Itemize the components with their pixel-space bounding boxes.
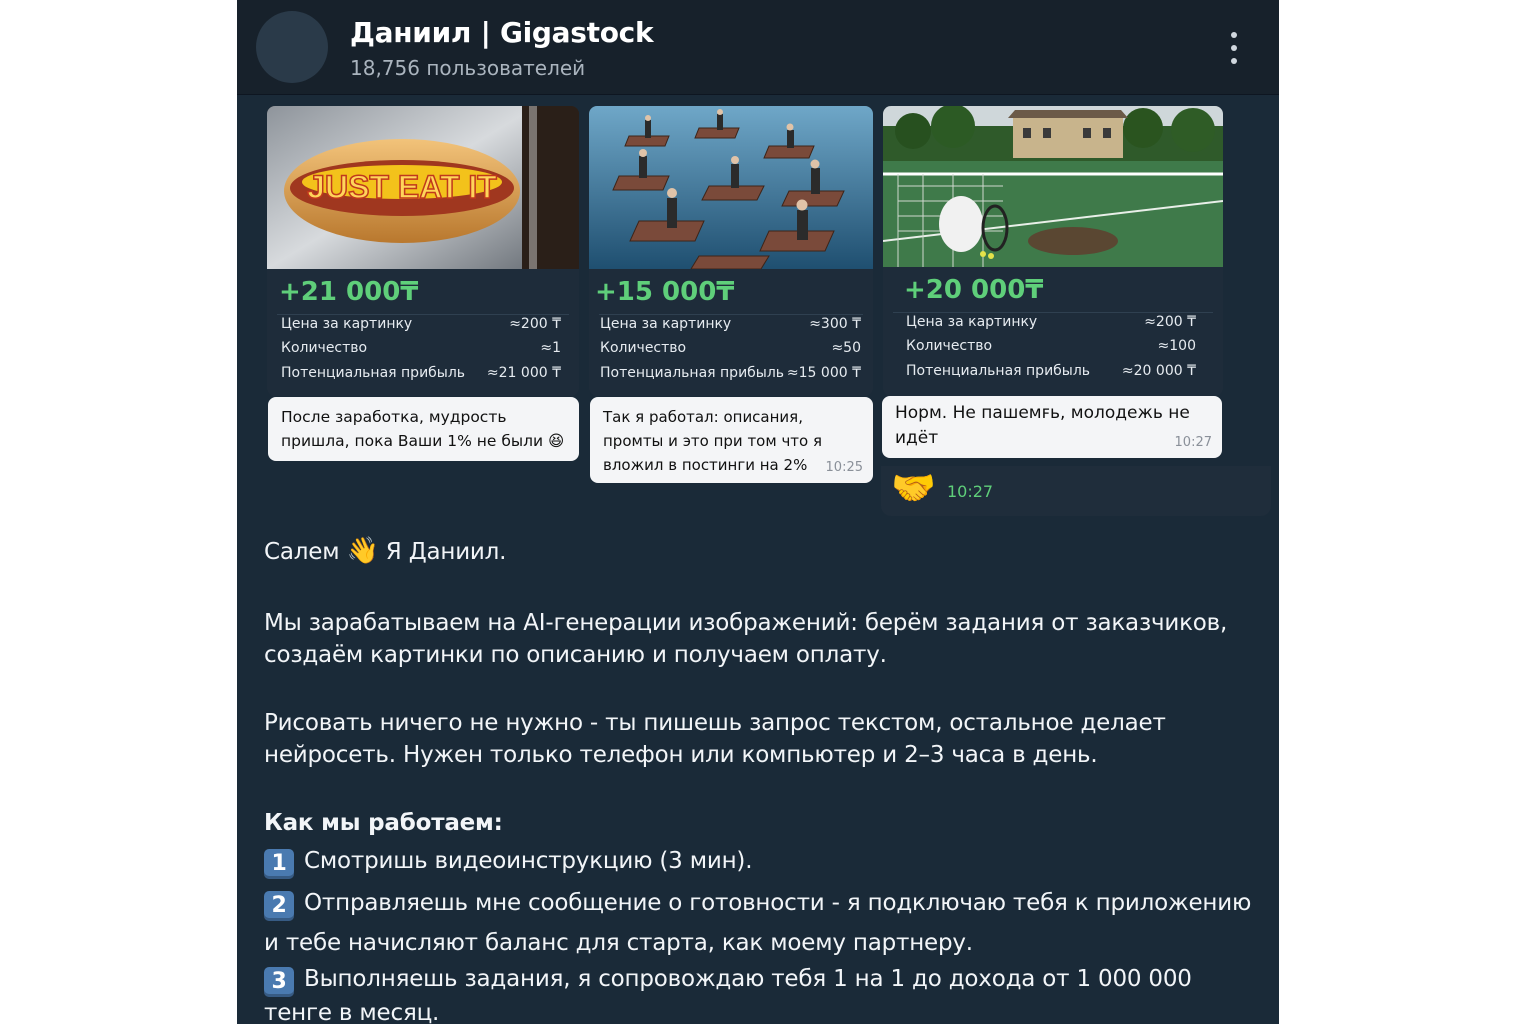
- reaction-time: 10:27: [947, 482, 994, 501]
- message-bubble-1[interactable]: После заработка, мудрость пришла, пока В…: [268, 397, 579, 461]
- profit-amount: +20 000₸: [904, 275, 1044, 305]
- tennis-court-photo[interactable]: [883, 106, 1223, 267]
- neon-sign-text: JUST EAT IT: [307, 169, 497, 205]
- chat-header: Даниил | Gigastock 18,756 пользователей: [237, 0, 1279, 95]
- stat-row: Количество ≈50: [600, 340, 861, 356]
- channel-avatar[interactable]: [256, 11, 328, 83]
- stat-row: Цена за картинку ≈200 ₸: [906, 314, 1196, 330]
- chat-window: Даниил | Gigastock 18,756 пользователей: [237, 0, 1279, 1024]
- step-2: 2 Отправляешь мне сообщение о готовности …: [264, 890, 1252, 956]
- keycap-1-icon: 1: [264, 849, 294, 879]
- member-count: 18,756 пользователей: [350, 56, 586, 80]
- people-on-water-photo[interactable]: [589, 106, 873, 269]
- waving-hand-icon: 👋: [346, 536, 379, 566]
- step-3: 3 Выполняешь задания, я сопровождаю тебя …: [264, 966, 1192, 1024]
- profit-amount: +21 000₸: [279, 277, 419, 307]
- how-we-work-heading: Как мы работаем:: [264, 810, 503, 836]
- profit-amount: +15 000₸: [595, 277, 735, 307]
- message-time: 10:27: [1174, 435, 1212, 450]
- channel-title[interactable]: Даниил | Gigastock: [350, 16, 654, 49]
- stat-row: Количество ≈100: [906, 338, 1196, 354]
- keycap-2-icon: 2: [264, 891, 294, 921]
- stat-row: Цена за картинку ≈300 ₸: [600, 316, 861, 332]
- message-bubble-2[interactable]: Так я работал: описания, промты и это пр…: [590, 397, 873, 483]
- stat-row: Количество ≈1: [281, 340, 561, 356]
- paragraph-about: Мы зарабатываем на AI-генерации изображе…: [264, 610, 1228, 668]
- message-time: 10:25: [825, 460, 863, 475]
- stats-panel: +15 000₸ Цена за картинку ≈300 ₸ Количест…: [589, 269, 873, 396]
- greeting-line: Салем 👋 Я Даниил.: [264, 536, 507, 566]
- stat-row: Цена за картинку ≈200 ₸: [281, 316, 561, 332]
- keycap-3-icon: 3: [264, 967, 294, 997]
- stats-panel: +20 000₸ Цена за картинку ≈200 ₸ Количест…: [883, 267, 1223, 396]
- laughing-emoji-icon: 😆: [548, 432, 565, 450]
- message-area: JUST EAT IT +21 000₸ Цена за картинку ≈20…: [237, 95, 1279, 1024]
- paragraph-how: Рисовать ничего не нужно - ты пишешь зап…: [264, 710, 1166, 768]
- stats-panel: +21 000₸ Цена за картинку ≈200 ₸ Количест…: [267, 269, 579, 396]
- stat-row: Потенциальная прибыль ≈15 000 ₸: [600, 365, 861, 381]
- result-card-2: +15 000₸ Цена за картинку ≈300 ₸ Количест…: [589, 106, 873, 396]
- reaction-bar: 🤝 10:27: [881, 466, 1271, 516]
- message-bubble-3[interactable]: Норм. Не пашемꜰь, молодежь не идёт 10:27: [882, 396, 1222, 458]
- step-1: 1 Смотришь видеоинструкцию (3 мин).: [264, 845, 1264, 879]
- handshake-emoji-icon[interactable]: 🤝: [891, 468, 936, 508]
- result-card-1: JUST EAT IT +21 000₸ Цена за картинку ≈20…: [267, 106, 579, 396]
- result-card-3: +20 000₸ Цена за картинку ≈200 ₸ Количест…: [883, 106, 1223, 396]
- hotdog-photo[interactable]: JUST EAT IT: [267, 106, 579, 269]
- stat-row: Потенциальная прибыль ≈21 000 ₸: [281, 365, 561, 381]
- more-menu-icon[interactable]: [1223, 30, 1243, 66]
- stat-row: Потенциальная прибыль ≈20 000 ₸: [906, 363, 1196, 379]
